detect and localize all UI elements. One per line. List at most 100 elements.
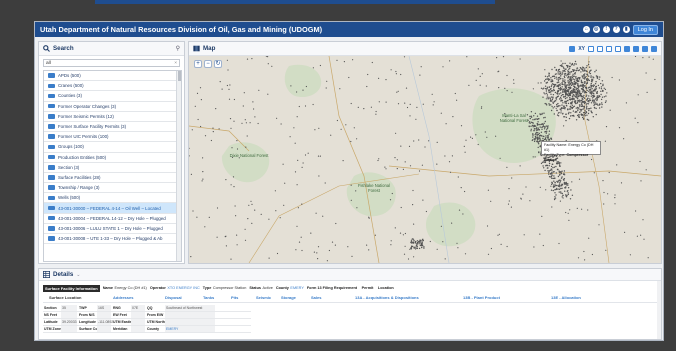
popup-facility-name: Facility Name: Energy Co (DH #1) bbox=[544, 143, 594, 152]
list-item-label: Counties (3) bbox=[58, 93, 82, 99]
search-input-value: all bbox=[46, 61, 51, 66]
layers-icon[interactable]: ◎ bbox=[592, 26, 600, 33]
list-item-label: Former Seismic Permits (12) bbox=[58, 113, 114, 119]
detail-tab[interactable]: Seismic bbox=[256, 295, 271, 300]
detail-tab[interactable]: 13E - Allocation bbox=[551, 295, 581, 300]
detail-tab[interactable]: Addresses bbox=[113, 295, 133, 300]
draw-polygon-icon[interactable] bbox=[606, 45, 612, 52]
search-input[interactable]: all × bbox=[43, 59, 180, 67]
field-value bbox=[131, 319, 145, 325]
bookmark-icon[interactable]: ▮ bbox=[622, 26, 630, 33]
xy-tool[interactable]: XY bbox=[578, 46, 585, 52]
info-field-value[interactable]: XTO ENERGY INC bbox=[167, 286, 199, 290]
list-item[interactable]: APDs (500) bbox=[44, 71, 181, 82]
folder-icon bbox=[48, 195, 55, 201]
detail-tabs: Surface Location Addresses Disposal Tanks Pi… bbox=[43, 294, 657, 303]
field-label: Surface Country bbox=[79, 327, 107, 331]
list-item[interactable]: Cranes (500) bbox=[44, 81, 181, 92]
field-label: County bbox=[147, 327, 160, 331]
collapse-icon[interactable]: ⌄ bbox=[76, 272, 80, 278]
help-icon[interactable]: ? bbox=[612, 26, 620, 33]
list-item[interactable]: 43-001-30004 – FEDERAL 14-12 – Dry Hole … bbox=[44, 214, 181, 224]
list-item[interactable]: Former UIC Permits (100) bbox=[44, 132, 181, 143]
field-value bbox=[165, 312, 215, 318]
details-scrollbar[interactable] bbox=[657, 281, 661, 339]
basemap-icon[interactable] bbox=[651, 45, 657, 52]
login-button[interactable]: Log In bbox=[632, 24, 658, 35]
field-value bbox=[97, 326, 111, 332]
detail-tab[interactable]: Sales bbox=[311, 295, 321, 300]
info-field-key: Name bbox=[102, 286, 114, 290]
folder-icon bbox=[48, 83, 55, 89]
info-field-value[interactable]: EMERY bbox=[290, 286, 303, 290]
search-results-list: APDs (500) Cranes (500) Counties (3) Former… bbox=[43, 70, 182, 262]
detail-tab[interactable]: Surface Location bbox=[49, 295, 81, 300]
locate-icon[interactable] bbox=[569, 45, 576, 52]
list-item-label: Cranes (500) bbox=[58, 83, 84, 89]
folder-icon bbox=[48, 205, 55, 211]
list-item-label: Former Surface Facility Permits (3) bbox=[58, 124, 127, 130]
field-label: UTM Easting bbox=[113, 320, 135, 324]
zoom-out-icon[interactable]: − bbox=[204, 60, 212, 68]
refresh-icon[interactable]: ↻ bbox=[214, 60, 222, 68]
map-label-forest: Dixie National Forest bbox=[229, 153, 269, 158]
surface-location-grid: Section 35 TWP 16S RNG 07E QQ Southeast of Nort… bbox=[43, 305, 251, 333]
field-value bbox=[97, 312, 111, 318]
detail-tab[interactable]: Disposal bbox=[165, 295, 182, 300]
app-window: Utah Department of Natural Resources Div… bbox=[34, 21, 664, 341]
list-item[interactable]: Production Entities (500) bbox=[44, 153, 181, 163]
folder-icon bbox=[48, 185, 55, 190]
detail-tab[interactable]: 13B - Plant Product bbox=[463, 295, 500, 300]
list-scrollbar[interactable] bbox=[176, 71, 181, 261]
list-item[interactable]: Section (3) bbox=[44, 163, 181, 173]
folder-icon bbox=[48, 144, 55, 150]
home-icon[interactable]: ⌂ bbox=[582, 26, 590, 33]
details-title: Details bbox=[53, 271, 74, 278]
list-item[interactable]: Former Surface Facility Permits (3) bbox=[44, 122, 181, 133]
field-value bbox=[165, 319, 215, 325]
list-item[interactable]: Wells (500) bbox=[44, 193, 181, 204]
detail-tab[interactable]: Storage bbox=[281, 295, 296, 300]
detail-tab[interactable]: Tanks bbox=[203, 295, 214, 300]
field-label: UTM Northing bbox=[147, 320, 171, 324]
field-label: Meridian bbox=[113, 327, 128, 331]
info-icon[interactable] bbox=[642, 45, 648, 52]
draw-line-icon[interactable] bbox=[588, 45, 594, 52]
field-value[interactable]: EMERY bbox=[165, 326, 215, 332]
list-item-label: Section (3) bbox=[58, 164, 80, 170]
list-item[interactable]: 43-001-30000 – FEDERAL 4-14 – Oil Well –… bbox=[44, 203, 181, 214]
list-item[interactable]: Groups (100) bbox=[44, 142, 181, 153]
map-title: Map bbox=[203, 45, 216, 52]
list-item-label: 43-001-30006 – LULU STATE 1 – Dry Hole –… bbox=[58, 225, 163, 231]
filter-settings-icon[interactable]: ⚲ bbox=[176, 45, 180, 52]
list-item[interactable]: 43-001-30006 – LULU STATE 1 – Dry Hole –… bbox=[44, 224, 181, 234]
clear-drawing-icon[interactable] bbox=[624, 45, 630, 52]
list-item[interactable]: Former Operator Changes (3) bbox=[44, 102, 181, 112]
list-item-label: Former UIC Permits (100) bbox=[58, 134, 109, 140]
folder-icon bbox=[48, 215, 55, 221]
clear-icon[interactable]: × bbox=[174, 60, 177, 67]
draw-point-icon[interactable] bbox=[615, 45, 621, 52]
field-label: From N/S bbox=[79, 313, 95, 317]
list-item[interactable]: Counties (3) bbox=[44, 91, 181, 102]
table-row: Section 35 TWP 16S RNG 07E QQ Southeast of Nort… bbox=[43, 305, 251, 312]
list-item[interactable]: Township / Range (3) bbox=[44, 183, 181, 194]
facility-popup[interactable]: Facility Name: Energy Co (DH #1) Facilit… bbox=[541, 141, 601, 162]
map-header: Map XY bbox=[189, 42, 661, 56]
zoom-in-icon[interactable]: + bbox=[194, 60, 202, 68]
folder-icon bbox=[48, 154, 55, 160]
folder-icon bbox=[48, 103, 55, 109]
field-label: Longitude bbox=[79, 320, 96, 324]
detail-tab[interactable]: Pits bbox=[231, 295, 238, 300]
field-value: 39.20033 bbox=[61, 319, 77, 325]
draw-rectangle-icon[interactable] bbox=[597, 45, 603, 52]
list-item[interactable]: Former Seismic Permits (12) bbox=[44, 112, 181, 122]
list-item[interactable]: 43-001-30008 – UTE 1-33 – Dry Hole – Plu… bbox=[44, 234, 181, 245]
detail-tab[interactable]: 13A - Acquisitions & Dispositions bbox=[355, 295, 419, 300]
map-canvas[interactable]: + − ↻ Manti-La Sal National Forest Dixie… bbox=[189, 56, 661, 263]
list-item[interactable]: Surface Facilities (28) bbox=[44, 173, 181, 184]
print-icon[interactable] bbox=[633, 45, 639, 52]
list-scroll-thumb[interactable] bbox=[178, 71, 181, 81]
warning-icon[interactable]: ! bbox=[602, 26, 610, 33]
list-item-label: Township / Range (3) bbox=[58, 185, 100, 191]
